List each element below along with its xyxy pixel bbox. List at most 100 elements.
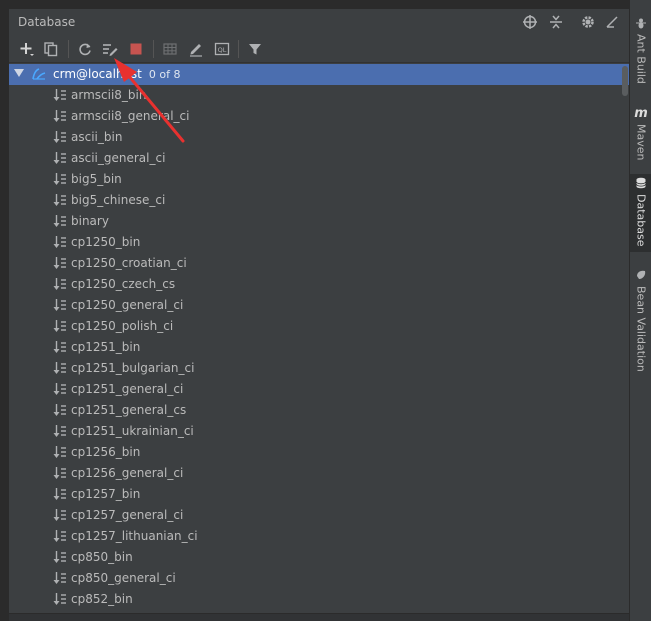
sort-order-icon	[53, 151, 67, 165]
datasource-node[interactable]: crm@localhost 0 of 8	[9, 64, 629, 85]
collation-label: cp1256_general_ci	[71, 466, 184, 480]
sort-order-icon	[53, 256, 67, 270]
side-tab-database[interactable]: Database	[630, 174, 651, 252]
sort-order-icon	[53, 193, 67, 207]
toolbar-separator	[153, 40, 154, 58]
collation-node[interactable]: cp1251_ukrainian_ci	[9, 421, 629, 442]
collation-node[interactable]: cp1251_bulgarian_ci	[9, 358, 629, 379]
sort-order-icon	[53, 550, 67, 564]
datasource-icon	[31, 67, 47, 81]
gear-icon[interactable]	[579, 13, 597, 31]
sort-order-icon	[53, 109, 67, 123]
collapse-all-icon[interactable]	[547, 13, 565, 31]
collation-node[interactable]: cp1250_polish_ci	[9, 316, 629, 337]
sort-order-icon	[53, 340, 67, 354]
stop-icon[interactable]	[126, 39, 146, 59]
collation-node[interactable]: cp1256_general_ci	[9, 463, 629, 484]
collation-node[interactable]: cp1250_czech_cs	[9, 274, 629, 295]
side-tab-label: Database	[634, 194, 648, 247]
sort-order-icon	[53, 235, 67, 249]
toolbar-separator	[238, 40, 239, 58]
collation-label: cp1251_bulgarian_ci	[71, 361, 195, 375]
collation-node[interactable]: binary	[9, 211, 629, 232]
collation-label: binary	[71, 214, 109, 228]
toolbar-separator	[68, 40, 69, 58]
table-view-icon[interactable]	[160, 39, 180, 59]
side-tab-ant-build[interactable]: Ant Build	[630, 14, 651, 84]
collation-label: big5_bin	[71, 172, 122, 186]
collation-node[interactable]: cp1251_general_ci	[9, 379, 629, 400]
collation-node[interactable]: armscii8_bin	[9, 85, 629, 106]
side-tab-maven[interactable]: m Maven	[630, 104, 651, 161]
collation-node[interactable]: big5_bin	[9, 169, 629, 190]
collation-node[interactable]: cp1250_croatian_ci	[9, 253, 629, 274]
collation-label: cp850_general_ci	[71, 571, 176, 585]
collation-label: cp1250_croatian_ci	[71, 256, 187, 270]
collation-node[interactable]: cp1250_bin	[9, 232, 629, 253]
collation-node[interactable]: cp1251_general_cs	[9, 400, 629, 421]
console-icon[interactable]: QL	[212, 39, 232, 59]
side-tab-bean-validation[interactable]: Bean Validation	[630, 266, 651, 372]
collation-node[interactable]: cp1257_lithuanian_ci	[9, 526, 629, 547]
collation-label: cp1250_bin	[71, 235, 141, 249]
sort-order-icon	[53, 529, 67, 543]
copy-icon[interactable]	[41, 39, 61, 59]
minimize-icon[interactable]	[603, 13, 621, 31]
refresh-icon[interactable]	[75, 39, 95, 59]
collation-label: cp1257_lithuanian_ci	[71, 529, 198, 543]
right-tool-strip: Ant Build m Maven Database Bean Validati…	[629, 0, 651, 621]
collation-node[interactable]: big5_chinese_ci	[9, 190, 629, 211]
collation-label: cp1251_ukrainian_ci	[71, 424, 194, 438]
collation-node[interactable]: cp850_general_ci	[9, 568, 629, 589]
collation-node[interactable]: cp1257_bin	[9, 484, 629, 505]
sort-order-icon	[53, 571, 67, 585]
tree-scrollbar[interactable]	[620, 64, 629, 613]
collation-node[interactable]: ascii_general_ci	[9, 148, 629, 169]
window-frame-left	[0, 0, 9, 621]
sort-order-icon	[53, 487, 67, 501]
collation-node[interactable]: cp852_bin	[9, 589, 629, 610]
collation-label: cp1251_general_cs	[71, 403, 187, 417]
datasource-count: 0 of 8	[148, 68, 181, 81]
sort-order-icon	[53, 298, 67, 312]
side-tab-label: Ant Build	[634, 34, 648, 84]
scrollbar-thumb[interactable]	[622, 66, 628, 96]
side-tab-label: Maven	[634, 124, 648, 161]
sort-order-icon	[53, 277, 67, 291]
sort-order-icon	[53, 466, 67, 480]
collation-label: cp1256_bin	[71, 445, 141, 459]
collation-label: armscii8_general_ci	[71, 109, 190, 123]
collation-node[interactable]: cp1256_bin	[9, 442, 629, 463]
collation-label: cp1251_bin	[71, 340, 141, 354]
collation-label: cp1257_general_ci	[71, 508, 184, 522]
collation-label: armscii8_bin	[71, 88, 147, 102]
database-tree[interactable]: crm@localhost 0 of 8 armscii8_bin armscii8…	[9, 64, 629, 613]
collation-node[interactable]: armscii8_general_ci	[9, 106, 629, 127]
datasource-label: crm@localhost	[53, 67, 142, 81]
crosshair-icon[interactable]	[521, 13, 539, 31]
collation-node[interactable]: cp1251_bin	[9, 337, 629, 358]
add-icon[interactable]	[17, 39, 37, 59]
properties-icon[interactable]	[100, 39, 120, 59]
collation-node[interactable]: cp1250_general_ci	[9, 295, 629, 316]
sort-order-icon	[53, 319, 67, 333]
collation-label: cp1251_general_ci	[71, 382, 184, 396]
sort-order-icon	[53, 592, 67, 606]
collation-node[interactable]: cp850_bin	[9, 547, 629, 568]
collation-label: cp850_bin	[71, 550, 133, 564]
edit-icon[interactable]	[186, 39, 206, 59]
sort-order-icon	[53, 508, 67, 522]
maven-icon: m	[634, 105, 648, 121]
side-tab-label: Bean Validation	[634, 286, 648, 372]
bottom-status-strip	[9, 613, 629, 621]
filter-icon[interactable]	[245, 39, 265, 59]
sort-order-icon	[53, 361, 67, 375]
collation-node[interactable]: cp1257_general_ci	[9, 505, 629, 526]
collation-label: cp1257_bin	[71, 487, 141, 501]
svg-text:QL: QL	[218, 46, 227, 54]
collation-node[interactable]: ascii_bin	[9, 127, 629, 148]
collation-label: cp1250_czech_cs	[71, 277, 176, 291]
collation-label: ascii_bin	[71, 130, 123, 144]
collation-label: cp852_bin	[71, 592, 133, 606]
expand-arrow-icon[interactable]	[14, 69, 24, 77]
